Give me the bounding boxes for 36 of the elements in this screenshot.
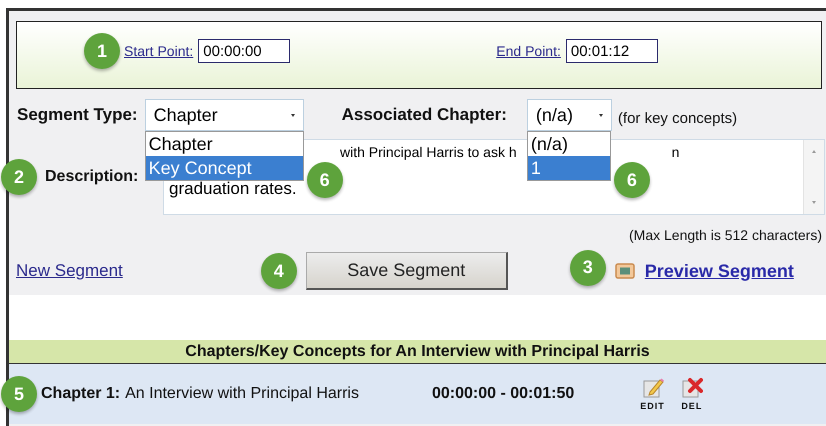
associated-chapter-hint: (for key concepts) <box>618 110 738 126</box>
end-point-field[interactable]: 00:01:12 <box>566 39 658 63</box>
description-text: n <box>672 144 680 160</box>
edit-icon[interactable] <box>642 377 664 399</box>
description-label: Description: <box>45 168 138 186</box>
dropdown-option[interactable]: 1 <box>528 156 610 180</box>
callout-badge: 5 <box>1 376 37 412</box>
start-point-link[interactable]: Start Point: <box>124 43 194 59</box>
segment-title: An Interview with Principal Harris <box>125 385 359 403</box>
segment-type-select[interactable]: Chapter <box>144 99 304 131</box>
segment-time-range: 00:00:00 - 00:01:50 <box>432 385 574 403</box>
segment-heading: Chapter 1: <box>41 385 120 403</box>
save-segment-button[interactable]: Save Segment <box>306 252 508 290</box>
delete-icon[interactable] <box>680 377 703 399</box>
callout-badge: 3 <box>570 250 606 286</box>
action-label: DEL <box>681 401 702 411</box>
new-segment-link[interactable]: New Segment <box>16 261 123 281</box>
dropdown-option[interactable]: Key Concept <box>146 156 303 180</box>
scrollbar[interactable] <box>803 140 824 214</box>
description-text: with Principal Harris to ask h <box>340 144 517 160</box>
description-text: graduation rates. <box>169 179 297 198</box>
start-point-field[interactable]: 00:00:00 <box>198 39 290 63</box>
preview-segment-link[interactable]: Preview Segment <box>644 260 794 282</box>
associated-chapter-select[interactable]: (n/a) <box>526 99 612 131</box>
action-label: EDIT <box>640 401 665 411</box>
callout-badge: 2 <box>1 159 37 195</box>
max-length-note: (Max Length is 512 characters) <box>628 227 823 243</box>
segments-table-header: Chapters/Key Concepts for An Interview with Principal Harris <box>9 340 826 364</box>
callout-badge: 4 <box>260 253 297 289</box>
callout-badge: 1 <box>84 33 120 69</box>
associated-chapter-label: Associated Chapter: <box>342 105 507 125</box>
picture-icon[interactable] <box>614 263 635 279</box>
segment-type-label: Segment Type: <box>17 105 138 125</box>
end-point-link[interactable]: End Point: <box>496 43 561 59</box>
caret-icon <box>598 114 603 116</box>
caret-icon <box>290 114 295 116</box>
